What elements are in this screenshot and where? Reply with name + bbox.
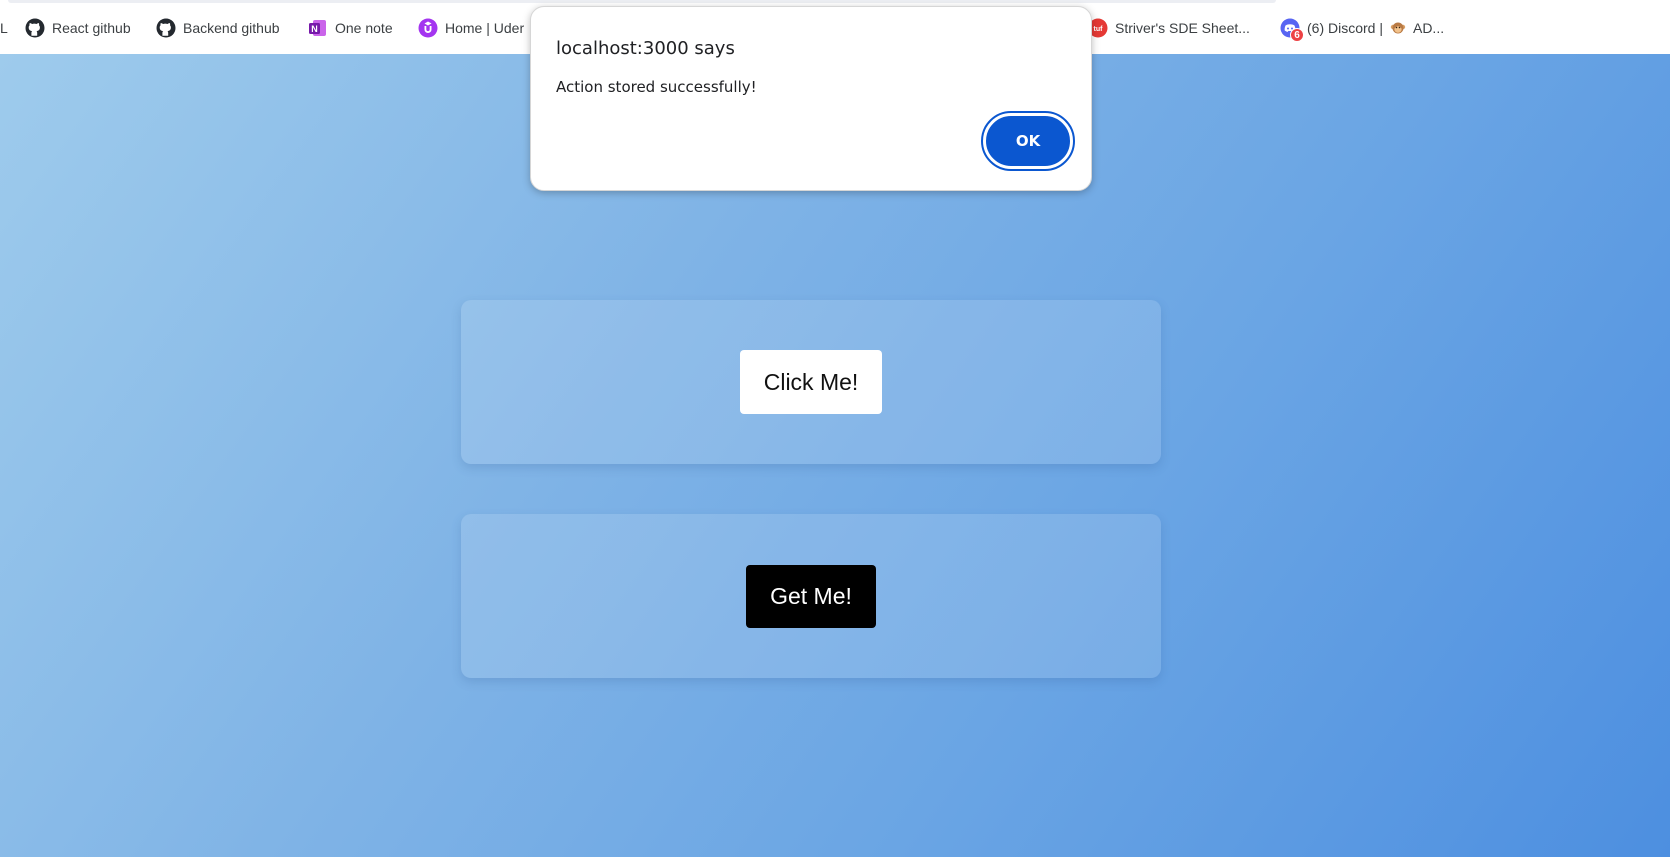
get-card: Get Me!: [461, 514, 1161, 678]
dialog-message: Action stored successfully!: [556, 78, 757, 96]
bookmark-label: L: [0, 20, 8, 36]
click-me-button[interactable]: Click Me!: [740, 350, 882, 414]
bookmark-label: Striver's SDE Sheet...: [1115, 20, 1250, 36]
svg-text:N: N: [311, 24, 318, 34]
bookmark-label: One note: [335, 20, 393, 36]
get-me-button[interactable]: Get Me!: [746, 564, 876, 628]
bookmark-one-note[interactable]: N One note: [308, 16, 393, 40]
bookmark-label: React github: [52, 20, 131, 36]
bookmark-striver-sde-sheet[interactable]: tuf Striver's SDE Sheet...: [1088, 16, 1250, 40]
bookmark-backend-github[interactable]: Backend github: [156, 16, 280, 40]
bookmark-label: (6) Discord |: [1307, 20, 1383, 36]
bookmark-react-github[interactable]: React github: [25, 16, 131, 40]
bookmark-discord[interactable]: 6 (6) Discord | AD...: [1280, 16, 1445, 42]
monkey-emoji-icon: [1390, 20, 1406, 36]
bookmark-label: Home | Uder: [445, 20, 525, 36]
github-icon: [25, 18, 45, 38]
bookmark-partial[interactable]: L: [0, 16, 8, 40]
bookmark-udemy[interactable]: Home | Uder: [418, 16, 524, 40]
click-card: Click Me!: [461, 300, 1161, 464]
dialog-title: localhost:3000 says: [556, 38, 735, 59]
notification-badge: 6: [1290, 28, 1304, 42]
github-icon: [156, 18, 176, 38]
bookmark-label-suffix: AD...: [1412, 20, 1445, 36]
address-bar-edge: [8, 0, 1276, 3]
ok-button[interactable]: OK: [981, 111, 1075, 171]
discord-icon: 6: [1280, 18, 1304, 42]
onenote-icon: N: [308, 18, 328, 38]
bookmark-label: Backend github: [183, 20, 280, 36]
alert-dialog: localhost:3000 says Action stored succes…: [530, 6, 1092, 191]
udemy-icon: [418, 18, 438, 38]
svg-text:tuf: tuf: [1094, 26, 1104, 33]
